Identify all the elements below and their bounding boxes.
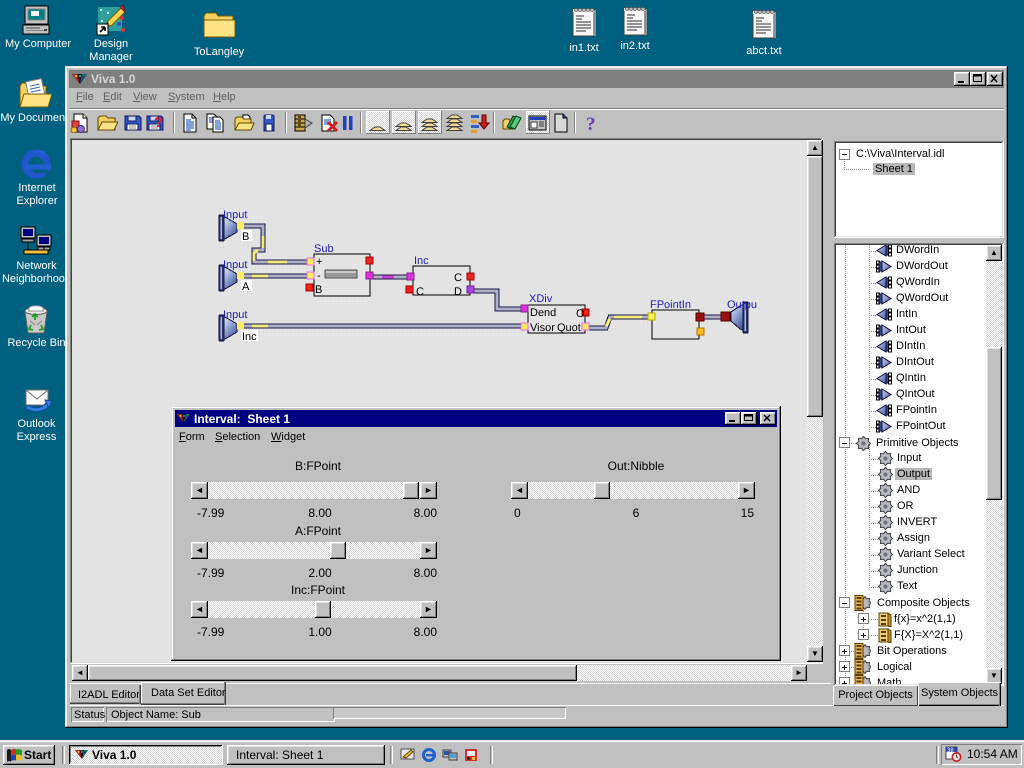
svg-text:Visor: Visor xyxy=(530,322,555,334)
svg-text:?: ? xyxy=(586,114,596,133)
svg-text:Input: Input xyxy=(223,309,247,321)
svg-text:Input: Input xyxy=(223,209,247,221)
svg-text:38: 38 xyxy=(947,748,954,754)
svg-text:Outpu: Outpu xyxy=(727,299,757,311)
svg-text:C: C xyxy=(454,272,462,284)
svg-text:Inc: Inc xyxy=(414,255,429,267)
svg-text:Quot: Quot xyxy=(557,322,581,334)
svg-text:?: ? xyxy=(154,114,163,131)
svg-text:XDiv: XDiv xyxy=(529,293,553,305)
svg-text:C: C xyxy=(416,286,424,298)
svg-text:D: D xyxy=(454,286,462,298)
svg-text:B: B xyxy=(242,231,249,243)
svg-text:Dend: Dend xyxy=(530,307,556,319)
svg-text:O: O xyxy=(576,308,585,320)
svg-text:A: A xyxy=(242,281,250,293)
svg-text:-: - xyxy=(317,270,321,282)
svg-text:+: + xyxy=(316,256,322,268)
svg-text:Input: Input xyxy=(223,259,247,271)
svg-text:Sub: Sub xyxy=(314,243,334,255)
svg-text:B: B xyxy=(315,284,322,296)
svg-text:FPointIn: FPointIn xyxy=(650,299,691,311)
svg-text:Inc: Inc xyxy=(242,331,257,343)
